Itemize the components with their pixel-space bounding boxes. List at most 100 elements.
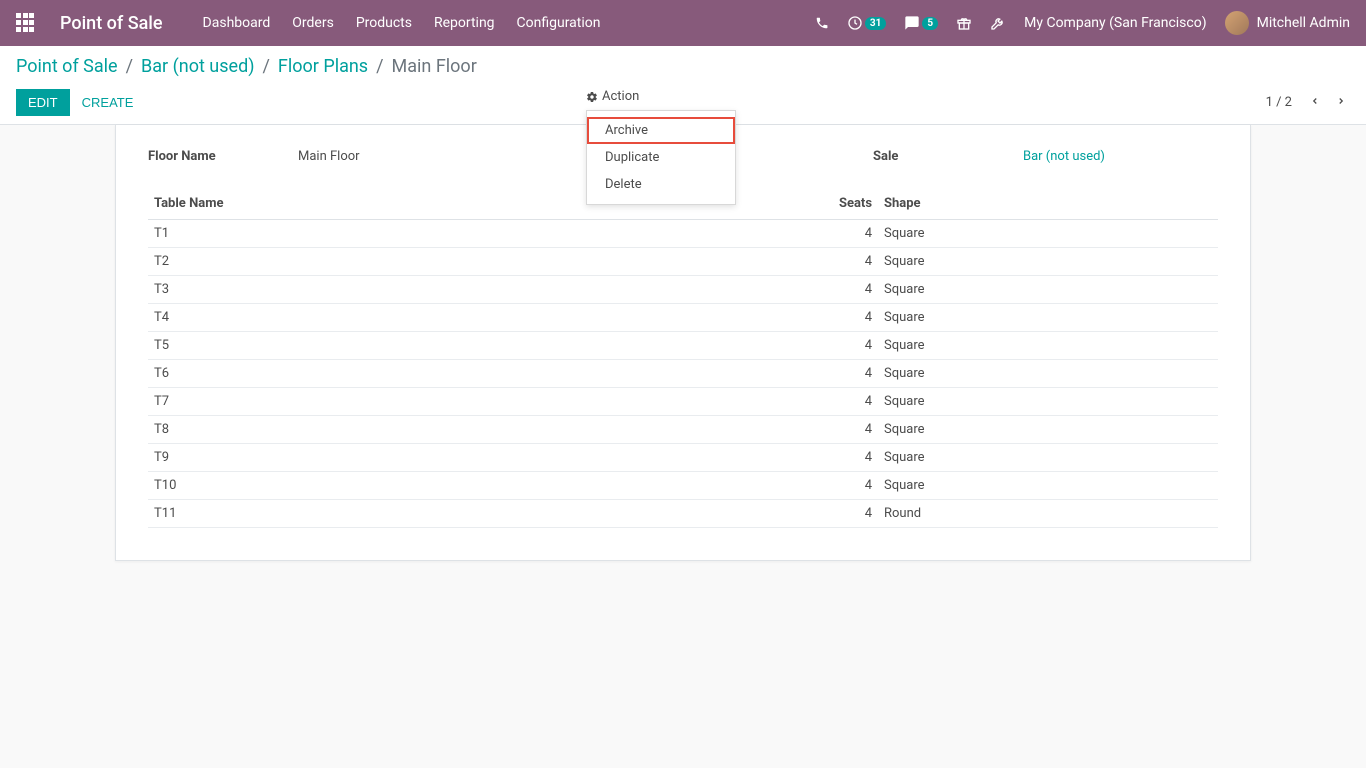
menu-products[interactable]: Products	[356, 15, 412, 31]
cell-table-name: T7	[148, 388, 808, 416]
pos-label: Sale	[873, 149, 983, 164]
action-archive[interactable]: Archive	[587, 117, 735, 144]
breadcrumb: Point of Sale / Bar (not used) / Floor P…	[16, 56, 1350, 77]
create-button[interactable]: CREATE	[70, 89, 146, 116]
breadcrumb-current: Main Floor	[392, 56, 477, 77]
messages-icon[interactable]: 5	[904, 15, 938, 31]
action-delete[interactable]: Delete	[587, 171, 735, 198]
gear-icon	[586, 91, 598, 103]
cell-table-name: T6	[148, 360, 808, 388]
cell-table-name: T8	[148, 416, 808, 444]
breadcrumb-sep: /	[262, 56, 269, 77]
table-row[interactable]: T74Square	[148, 388, 1218, 416]
cell-shape: Square	[878, 360, 1218, 388]
breadcrumb-floorplans[interactable]: Floor Plans	[278, 56, 368, 77]
cell-seats: 4	[808, 416, 878, 444]
apps-icon[interactable]	[16, 13, 36, 33]
cell-shape: Square	[878, 248, 1218, 276]
action-dropdown: Archive Duplicate Delete	[586, 110, 736, 205]
cell-table-name: T4	[148, 304, 808, 332]
company-switcher[interactable]: My Company (San Francisco)	[1024, 15, 1206, 31]
table-row[interactable]: T14Square	[148, 220, 1218, 248]
cell-table-name: T3	[148, 276, 808, 304]
cell-shape: Square	[878, 332, 1218, 360]
action-dropdown-wrap: Action Archive Duplicate Delete	[586, 89, 639, 104]
cell-seats: 4	[808, 388, 878, 416]
col-shape[interactable]: Shape	[878, 188, 1218, 220]
phone-icon[interactable]	[815, 16, 829, 30]
pos-value[interactable]: Bar (not used)	[1023, 149, 1105, 164]
field-floor-name: Floor Name Main Floor	[148, 149, 493, 164]
table-row[interactable]: T114Round	[148, 500, 1218, 528]
main-menu: Dashboard Orders Products Reporting Conf…	[203, 15, 601, 31]
cell-seats: 4	[808, 332, 878, 360]
floor-name-value: Main Floor	[298, 149, 360, 164]
cell-shape: Square	[878, 220, 1218, 248]
table-row[interactable]: T84Square	[148, 416, 1218, 444]
cell-seats: 4	[808, 220, 878, 248]
cell-shape: Square	[878, 416, 1218, 444]
action-button[interactable]: Action	[586, 89, 639, 104]
user-name: Mitchell Admin	[1257, 15, 1350, 31]
cell-shape: Square	[878, 472, 1218, 500]
menu-orders[interactable]: Orders	[292, 15, 334, 31]
action-label: Action	[602, 89, 639, 104]
cell-table-name: T11	[148, 500, 808, 528]
cell-table-name: T10	[148, 472, 808, 500]
action-duplicate[interactable]: Duplicate	[587, 144, 735, 171]
cell-seats: 4	[808, 500, 878, 528]
cell-seats: 4	[808, 276, 878, 304]
breadcrumb-sep: /	[376, 56, 383, 77]
table-row[interactable]: T44Square	[148, 304, 1218, 332]
pager-prev[interactable]	[1306, 90, 1324, 116]
cell-shape: Square	[878, 444, 1218, 472]
table-row[interactable]: T64Square	[148, 360, 1218, 388]
cell-table-name: T2	[148, 248, 808, 276]
table-row[interactable]: T104Square	[148, 472, 1218, 500]
navbar-right: 31 5 My Company (San Francisco) Mitchell…	[815, 11, 1350, 35]
floor-name-label: Floor Name	[148, 149, 258, 164]
table-row[interactable]: T94Square	[148, 444, 1218, 472]
messages-badge: 5	[922, 17, 938, 30]
cell-shape: Square	[878, 388, 1218, 416]
cell-shape: Round	[878, 500, 1218, 528]
cell-table-name: T1	[148, 220, 808, 248]
cell-table-name: T5	[148, 332, 808, 360]
menu-dashboard[interactable]: Dashboard	[203, 15, 271, 31]
activity-icon[interactable]: 31	[847, 15, 886, 31]
pager: 1 / 2	[1266, 90, 1350, 116]
cell-shape: Square	[878, 276, 1218, 304]
user-menu[interactable]: Mitchell Admin	[1225, 11, 1350, 35]
cell-seats: 4	[808, 248, 878, 276]
pager-next[interactable]	[1332, 90, 1350, 116]
breadcrumb-sep: /	[126, 56, 133, 77]
chevron-right-icon	[1336, 94, 1346, 108]
col-seats[interactable]: Seats	[808, 188, 878, 220]
tables-list: Table Name Seats Shape T14SquareT24Squar…	[148, 188, 1218, 528]
pager-text[interactable]: 1 / 2	[1266, 95, 1292, 110]
chevron-left-icon	[1310, 94, 1320, 108]
field-pos: Sale Bar (not used)	[873, 149, 1218, 164]
menu-reporting[interactable]: Reporting	[434, 15, 495, 31]
cell-seats: 4	[808, 472, 878, 500]
edit-button[interactable]: EDIT	[16, 89, 70, 116]
breadcrumb-bar[interactable]: Bar (not used)	[141, 56, 254, 77]
table-row[interactable]: T24Square	[148, 248, 1218, 276]
avatar	[1225, 11, 1249, 35]
table-row[interactable]: T54Square	[148, 332, 1218, 360]
gift-icon[interactable]	[956, 15, 972, 31]
control-panel-bottom: EDIT CREATE Action Archive Duplicate Del…	[16, 89, 1350, 116]
table-row[interactable]: T34Square	[148, 276, 1218, 304]
activity-badge: 31	[865, 17, 886, 30]
menu-configuration[interactable]: Configuration	[517, 15, 601, 31]
app-brand[interactable]: Point of Sale	[60, 13, 163, 34]
top-navbar: Point of Sale Dashboard Orders Products …	[0, 0, 1366, 46]
cell-seats: 4	[808, 360, 878, 388]
tools-icon[interactable]	[990, 15, 1006, 31]
breadcrumb-pos[interactable]: Point of Sale	[16, 56, 118, 77]
control-panel: Point of Sale / Bar (not used) / Floor P…	[0, 46, 1366, 125]
cell-seats: 4	[808, 304, 878, 332]
cell-table-name: T9	[148, 444, 808, 472]
cell-shape: Square	[878, 304, 1218, 332]
cell-seats: 4	[808, 444, 878, 472]
